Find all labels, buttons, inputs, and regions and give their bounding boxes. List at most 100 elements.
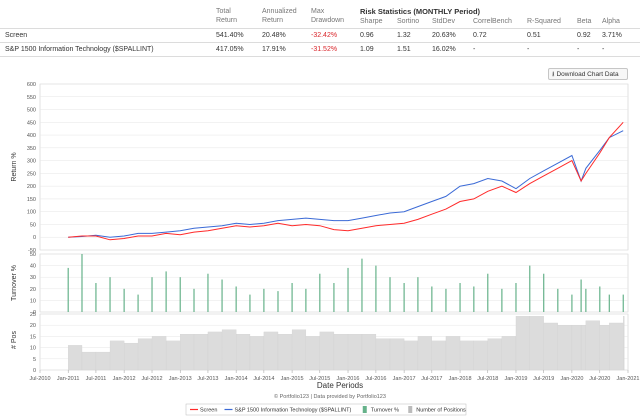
return-tick-label: 500: [27, 108, 36, 114]
turnover-bar: [557, 288, 559, 312]
turnover-bar: [263, 288, 265, 312]
turnover-bar: [235, 286, 237, 312]
turnover-bar: [580, 279, 582, 312]
x-tick-label: Jan-2019: [505, 376, 528, 382]
turnover-axis-label: Turnover %: [11, 265, 18, 301]
positions-bar: [580, 325, 587, 371]
positions-bar: [515, 316, 530, 371]
positions-bar: [333, 334, 349, 371]
turnover-bar: [137, 294, 139, 312]
turnover-bar: [599, 286, 601, 312]
turnover-bar: [333, 283, 335, 312]
turnover-tick-label: 10: [30, 298, 36, 304]
turnover-bar: [95, 283, 97, 312]
chart-credit: © Portfolio123 | Data provided by Portfo…: [274, 393, 386, 400]
legend-swatch: [362, 406, 367, 413]
turnover-bar: [277, 291, 279, 312]
turnover-bar: [361, 258, 363, 312]
positions-bar: [375, 338, 391, 371]
positions-bar: [236, 334, 251, 371]
positions-bar: [81, 351, 97, 371]
return-tick-label: 150: [27, 197, 36, 203]
x-tick-label: Jul-2020: [589, 376, 610, 382]
positions-bar: [305, 336, 320, 371]
return-tick-label: 450: [27, 120, 36, 126]
turnover-bar: [543, 273, 545, 312]
positions-tick-label: 25: [30, 312, 36, 318]
positions-bar: [109, 340, 125, 371]
turnover-bar: [347, 267, 349, 312]
turnover-bar: [585, 288, 587, 312]
x-tick-label: Jul-2013: [197, 376, 218, 382]
turnover-bar: [501, 288, 503, 312]
turnover-bar: [459, 283, 461, 312]
positions-tick-label: 5: [33, 357, 36, 363]
positions-bar: [403, 340, 419, 371]
positions-bar: [389, 338, 405, 371]
turnover-bar: [417, 277, 419, 312]
positions-bar: [291, 329, 307, 371]
positions-bar: [599, 325, 610, 371]
positions-bar: [473, 340, 488, 371]
positions-tick-label: 10: [30, 346, 36, 352]
legend-label: Number of Positions: [416, 408, 466, 414]
return-tick-label: 300: [27, 159, 36, 165]
x-tick-label: Jan-2012: [113, 376, 136, 382]
positions-bar: [459, 340, 474, 371]
turnover-bar: [515, 283, 517, 312]
turnover-bar: [249, 294, 251, 312]
turnover-bar: [319, 273, 321, 312]
turnover-bar: [305, 288, 307, 312]
positions-bar: [431, 340, 447, 371]
x-tick-label: Jan-2017: [393, 376, 416, 382]
positions-bar: [571, 325, 582, 371]
positions-bar: [487, 338, 503, 371]
turnover-bar: [403, 283, 405, 312]
x-tick-label: Jan-2013: [169, 376, 192, 382]
positions-bar: [68, 345, 83, 371]
positions-bar: [319, 331, 335, 371]
positions-bar: [193, 334, 209, 371]
x-tick-label: Jul-2012: [141, 376, 162, 382]
turnover-bar: [622, 294, 624, 312]
positions-axis-label: # Pos: [11, 331, 18, 349]
turnover-bar: [193, 288, 195, 312]
positions-bar: [585, 320, 600, 371]
x-tick-label: Jul-2011: [86, 376, 107, 382]
positions-bar: [529, 316, 544, 371]
x-tick-label: Jan-2011: [57, 376, 80, 382]
positions-bar: [165, 340, 181, 371]
turnover-bar: [608, 294, 610, 312]
turnover-bar: [81, 254, 83, 312]
return-tick-label: 50: [30, 222, 36, 228]
turnover-bar: [123, 288, 125, 312]
performance-chart: -500501001502002503003504004505005506000…: [11, 82, 640, 416]
turnover-bar: [291, 283, 293, 312]
x-tick-label: Jul-2017: [421, 376, 442, 382]
positions-bar: [417, 336, 432, 371]
return-tick-label: 400: [27, 133, 36, 139]
turnover-bar: [67, 267, 69, 312]
positions-bar: [501, 336, 517, 371]
legend-label: Turnover %: [371, 408, 399, 414]
return-tick-label: 100: [27, 210, 36, 216]
positions-bar: [609, 322, 624, 371]
x-tick-label: Jan-2021: [617, 376, 640, 382]
positions-bar: [557, 325, 573, 371]
x-tick-label: Jan-2018: [449, 376, 472, 382]
positions-bar: [123, 342, 139, 371]
turnover-bar: [165, 271, 167, 312]
x-tick-label: Jan-2015: [281, 376, 304, 382]
positions-bar: [445, 336, 461, 371]
turnover-bar: [375, 265, 377, 312]
x-tick-label: Jan-2014: [225, 376, 248, 382]
return-tick-label: 350: [27, 146, 36, 152]
legend-label: S&P 1500 Information Technology ($SPALLI…: [235, 408, 352, 414]
positions-bar: [277, 334, 293, 371]
positions-bar: [137, 338, 153, 371]
return-tick-label: 550: [27, 95, 36, 101]
turnover-bar: [179, 277, 181, 312]
positions-bar: [207, 331, 223, 371]
positions-tick-label: 0: [33, 368, 36, 374]
positions-bar: [543, 322, 558, 371]
